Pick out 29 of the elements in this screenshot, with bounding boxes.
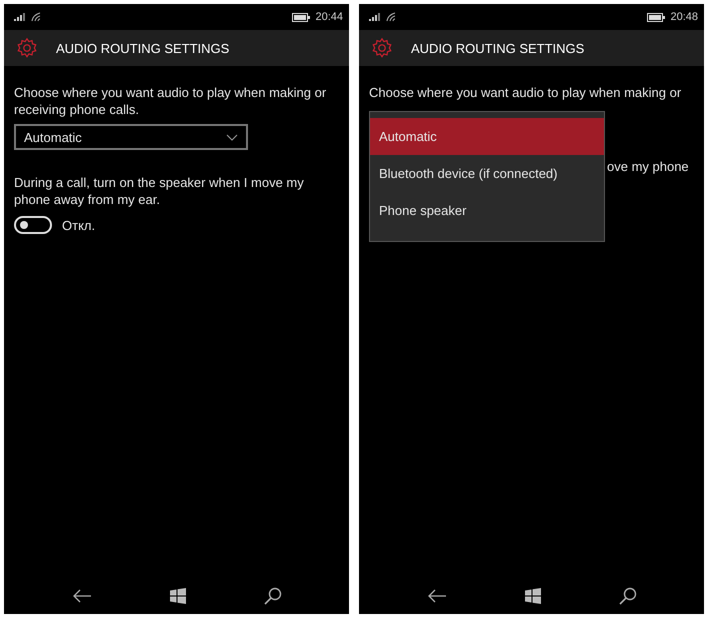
page-title: AUDIO ROUTING SETTINGS xyxy=(411,40,584,56)
wifi-icon xyxy=(386,12,398,22)
description-text: Choose where you want audio to play when making or receiving phone calls. xyxy=(14,84,328,118)
menu-option[interactable]: Bluetooth device (if connected) xyxy=(370,155,604,192)
page-title: AUDIO ROUTING SETTINGS xyxy=(56,40,230,56)
windows-icon[interactable] xyxy=(524,588,540,604)
battery-icon xyxy=(647,12,666,22)
menu-option[interactable]: Phone speaker xyxy=(370,192,604,229)
signal-icon xyxy=(14,13,26,21)
status-time: 20:44 xyxy=(315,11,343,23)
chevron-down-icon xyxy=(226,134,238,140)
signal-icon xyxy=(369,13,381,21)
back-icon[interactable] xyxy=(426,589,446,603)
gear-icon xyxy=(16,37,38,59)
gear-icon xyxy=(371,37,393,59)
status-time: 20:48 xyxy=(670,11,698,23)
search-icon[interactable] xyxy=(618,587,636,605)
audio-dropdown[interactable]: Automatic xyxy=(14,124,248,150)
search-icon[interactable] xyxy=(264,587,282,605)
battery-icon xyxy=(292,12,310,22)
toggle-switch[interactable] xyxy=(14,216,52,234)
windows-icon[interactable] xyxy=(170,588,186,604)
speaker-option-text: During a call, turn on the speaker when I move my phone away from my ear. xyxy=(14,174,305,208)
back-icon[interactable] xyxy=(72,589,92,603)
menu-option[interactable]: Automatic xyxy=(370,118,604,155)
description-text: Choose where you want audio to play when making or xyxy=(369,84,682,101)
speaker-option-text: ove my phone xyxy=(607,159,690,174)
wifi-icon xyxy=(31,12,43,22)
toggle-label: Откл. xyxy=(62,218,96,232)
